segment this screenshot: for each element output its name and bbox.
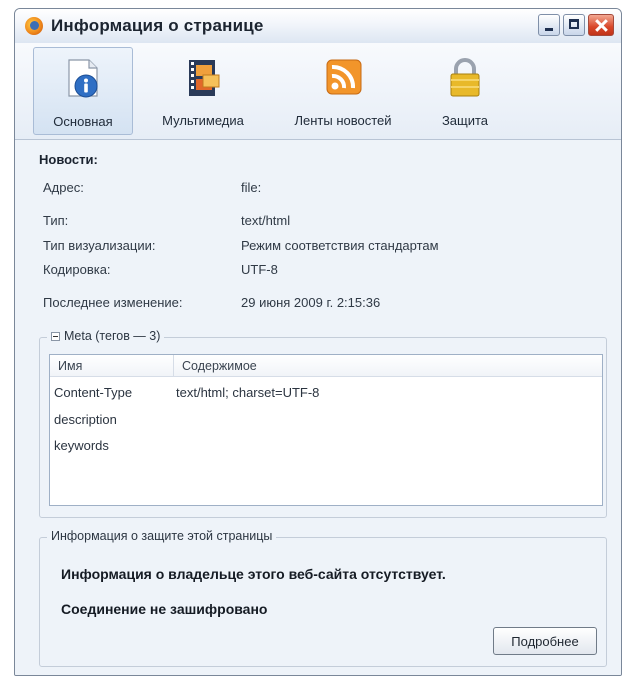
tab-security-label: Защита — [441, 113, 489, 128]
connection-status-text: Соединение не зашифровано — [61, 601, 268, 617]
meta-legend[interactable]: Meta (тегов — 3) — [47, 329, 165, 343]
close-button[interactable] — [588, 14, 614, 36]
type-label: Тип: — [43, 213, 69, 228]
address-label: Адрес: — [43, 180, 84, 195]
page-info-window: Информация о странице Основная Мультимед… — [14, 8, 622, 676]
minimize-button[interactable] — [538, 14, 560, 36]
type-value[interactable]: text/html — [241, 213, 290, 228]
title-bar[interactable]: Информация о странице — [15, 9, 621, 44]
tab-feeds-label: Ленты новостей — [294, 113, 392, 128]
encoding-value[interactable]: UTF-8 — [241, 262, 278, 277]
firefox-app-icon — [25, 17, 43, 35]
tab-security[interactable]: Защита — [419, 47, 511, 135]
meta-row-name[interactable]: keywords — [54, 438, 109, 453]
tab-media-label: Мультимедиа — [162, 113, 244, 128]
window-title: Информация о странице — [51, 16, 264, 35]
tab-media[interactable]: Мультимедиа — [143, 47, 263, 135]
meta-row-name[interactable]: Content-Type — [54, 385, 132, 400]
render-mode-label: Тип визуализации: — [43, 238, 156, 253]
render-mode-value[interactable]: Режим соответствия стандартам — [241, 238, 439, 253]
security-legend: Информация о защите этой страницы — [47, 529, 277, 543]
column-header-content[interactable]: Содержимое — [174, 355, 602, 377]
modified-value[interactable]: 29 июня 2009 г. 2:15:36 — [241, 295, 380, 310]
address-value[interactable]: file: — [241, 180, 261, 195]
page-info-toolbar: Основная Мультимедиа Ленты новостей Защи… — [15, 43, 621, 140]
lock-icon — [445, 57, 485, 104]
owner-info-text: Информация о владельце этого веб-сайта о… — [61, 566, 446, 582]
tab-feeds[interactable]: Ленты новостей — [273, 47, 413, 135]
general-panel: Новости: Адрес: file: Тип: text/html Тип… — [15, 140, 621, 675]
column-header-name[interactable]: Имя — [50, 355, 174, 377]
section-heading: Новости: — [39, 152, 98, 167]
meta-table[interactable]: Имя Содержимое Content-Type text/html; c… — [49, 354, 603, 506]
meta-row-name[interactable]: description — [54, 412, 117, 427]
meta-row-content[interactable]: text/html; charset=UTF-8 — [176, 385, 319, 400]
tab-general[interactable]: Основная — [33, 47, 133, 135]
modified-label: Последнее изменение: — [43, 295, 183, 310]
details-button[interactable]: Подробнее — [493, 627, 597, 655]
tab-general-label: Основная — [53, 114, 113, 129]
film-media-icon — [183, 57, 223, 104]
maximize-button[interactable] — [563, 14, 585, 36]
meta-legend-text: Meta (тегов — 3) — [64, 329, 161, 343]
rss-feed-icon — [323, 57, 363, 104]
collapse-toggle-icon[interactable] — [51, 331, 60, 341]
info-page-icon — [63, 58, 103, 105]
encoding-label: Кодировка: — [43, 262, 111, 277]
